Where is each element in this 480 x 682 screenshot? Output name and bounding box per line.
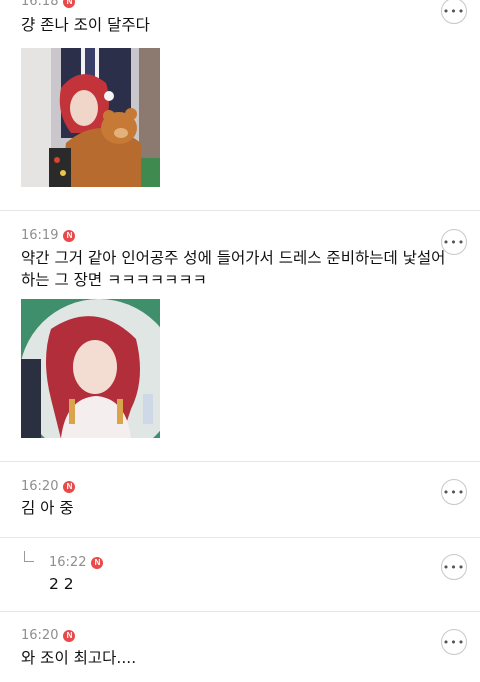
divider — [0, 611, 480, 612]
comment-time: 16:19 — [21, 228, 59, 243]
more-options-button[interactable]: ••• — [441, 479, 467, 505]
comment-feed: 16:18 N ••• 걍 존나 조이 달주다 16:19 N ••• 약간 그… — [0, 0, 480, 682]
comment-meta: 16:19 N — [21, 228, 76, 243]
more-options-button[interactable]: ••• — [441, 554, 467, 580]
reply-meta: 16:22 N — [49, 555, 104, 570]
new-badge-icon: N — [63, 229, 76, 242]
more-options-button[interactable]: ••• — [441, 0, 467, 24]
comment-time: 16:20 — [21, 628, 59, 643]
divider — [0, 537, 480, 538]
comment-image[interactable] — [21, 299, 160, 438]
comment-text: 걍 존나 조이 달주다 — [21, 16, 150, 34]
comment-text: 와 조이 최고다.... — [21, 649, 137, 667]
reply-text: 2 2 — [49, 575, 74, 593]
comment-text: 김 아 중 — [21, 499, 74, 517]
comment-time: 16:18 — [21, 0, 59, 9]
photo-portrait-icon — [21, 299, 160, 438]
more-options-button[interactable]: ••• — [441, 629, 467, 655]
comment-image[interactable] — [21, 48, 160, 187]
new-badge-icon: N — [63, 629, 76, 642]
comment-time: 16:20 — [21, 479, 59, 494]
new-badge-icon: N — [63, 480, 76, 493]
comment-text-line1: 약간 그거 같아 인어공주 성에 들어가서 드레스 준비하는데 낯설어 — [21, 249, 446, 267]
divider — [0, 210, 480, 211]
new-badge-icon: N — [63, 0, 76, 8]
comment-text-line2: 하는 그 장면 ㅋㅋㅋㅋㅋㅋㅋ — [21, 271, 207, 289]
comment-meta: 16:18 N — [21, 0, 76, 9]
reply-arrow-icon — [24, 551, 34, 562]
new-badge-icon: N — [91, 556, 104, 569]
comment-meta: 16:20 N — [21, 628, 76, 643]
divider — [0, 461, 480, 462]
photo-teddy-bear-icon — [21, 48, 160, 187]
comment-meta: 16:20 N — [21, 479, 76, 494]
comment-time: 16:22 — [49, 555, 87, 570]
